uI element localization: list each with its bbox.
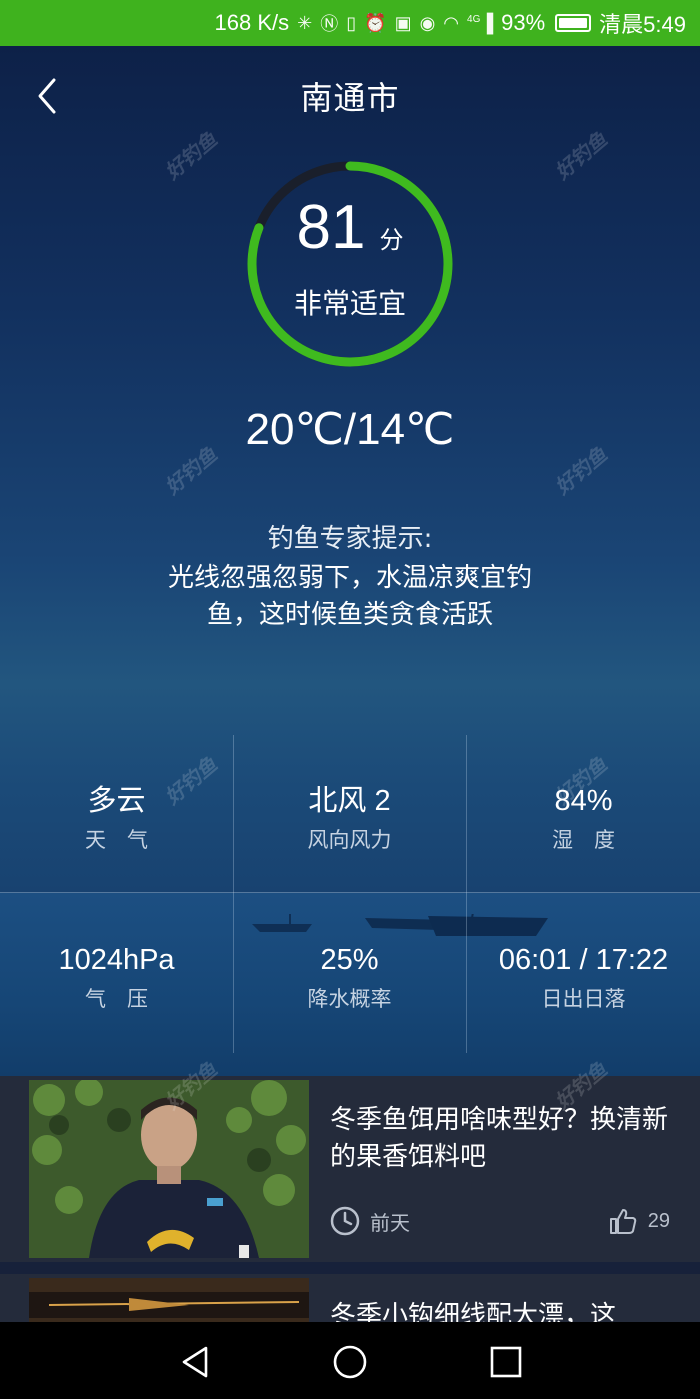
like-count: 29 xyxy=(647,1209,670,1232)
weather-cell-precipitation: 25% 降水概率 xyxy=(233,941,466,1013)
weather-cell-humidity: 84% 湿 度 xyxy=(467,782,700,854)
score-value: 81 分 xyxy=(0,192,700,263)
clock-icon xyxy=(330,1206,360,1236)
article-card[interactable]: 冬季小钩细线配大漂，这 xyxy=(0,1274,700,1322)
back-arrow-icon[interactable] xyxy=(28,74,68,118)
weather-cell-sun: 06:01 / 17:22 日出日落 xyxy=(467,941,700,1013)
navigation-bar xyxy=(0,1322,700,1399)
weather-cell-pressure: 1024hPa 气 压 xyxy=(0,941,233,1013)
score-number: 81 xyxy=(296,193,366,262)
weather-cell-condition: 多云 天 气 xyxy=(0,782,233,854)
tip-text: 光线忽强忽弱下，水温凉爽宜钓鱼，这时候鱼类贪食活跃 xyxy=(167,563,532,630)
battery-icon xyxy=(555,14,592,32)
wifi-icon: ◠ xyxy=(443,12,460,33)
weather-value: 06:01 / 17:22 xyxy=(498,944,669,976)
article-meta: 前天 xyxy=(330,1206,410,1236)
article-title[interactable]: 冬季鱼饵用啥味型好？换清新的果香饵料吧 xyxy=(330,1102,670,1176)
like-button[interactable]: 29 xyxy=(608,1206,670,1236)
status-time: 清晨5:49 xyxy=(599,12,686,37)
score-level-text: 非常适宜 xyxy=(293,287,406,320)
thumbs-up-icon xyxy=(609,1209,636,1234)
signal-icon: 4G▐ xyxy=(467,12,494,33)
nav-recents-icon[interactable] xyxy=(486,1342,526,1382)
weather-value: 84% xyxy=(554,785,613,817)
weather-value: 25% xyxy=(320,944,379,976)
article-thumbnail xyxy=(29,1080,309,1258)
weather-value: 多云 xyxy=(87,785,146,817)
score-ring xyxy=(247,161,453,367)
hd-icon: ▣ xyxy=(394,12,412,33)
bluetooth-icon: ✳ xyxy=(297,12,313,33)
vibrate-icon: ▯ xyxy=(346,12,357,33)
weather-label: 气 压 xyxy=(85,987,148,1011)
score-unit: 分 xyxy=(379,227,404,254)
article-title[interactable]: 冬季小钩细线配大漂，这 xyxy=(330,1298,670,1322)
article-thumbnail xyxy=(29,1278,309,1322)
weather-label: 日出日落 xyxy=(541,987,626,1011)
weather-label: 湿 度 xyxy=(552,828,615,852)
tip-title: 钓鱼专家提示: xyxy=(267,524,433,554)
nav-back-icon[interactable] xyxy=(176,1342,216,1382)
header: 南通市 xyxy=(0,46,700,146)
article-time: 前天 xyxy=(370,1210,410,1235)
weather-label: 风向风力 xyxy=(307,828,392,852)
eye-icon: ◉ xyxy=(419,12,436,33)
alarm-icon: ⏰ xyxy=(364,12,387,33)
nav-home-icon[interactable] xyxy=(330,1342,370,1382)
net-speed: 168 K/s xyxy=(214,10,290,35)
battery-percent: 93% xyxy=(501,10,546,35)
article-card[interactable]: 冬季鱼饵用啥味型好？换清新的果香饵料吧 前天 29 xyxy=(0,1076,700,1262)
weather-label: 天 气 xyxy=(85,828,148,852)
weather-value: 1024hPa xyxy=(58,944,175,976)
weather-label: 降水概率 xyxy=(307,987,392,1011)
status-bar: 168 K/s ✳ Ⓝ ▯ ⏰ ▣ ◉ ◠ 4G▐ 93% 清晨5:49 xyxy=(0,0,700,46)
temperature-range: 20℃/14℃ xyxy=(245,405,455,454)
page-title: 南通市 xyxy=(300,79,400,117)
weather-cell-wind: 北风 2 风向风力 xyxy=(233,782,466,854)
nfc-icon: Ⓝ xyxy=(320,14,339,34)
article-separator xyxy=(0,1262,700,1274)
weather-value: 北风 2 xyxy=(308,785,391,817)
